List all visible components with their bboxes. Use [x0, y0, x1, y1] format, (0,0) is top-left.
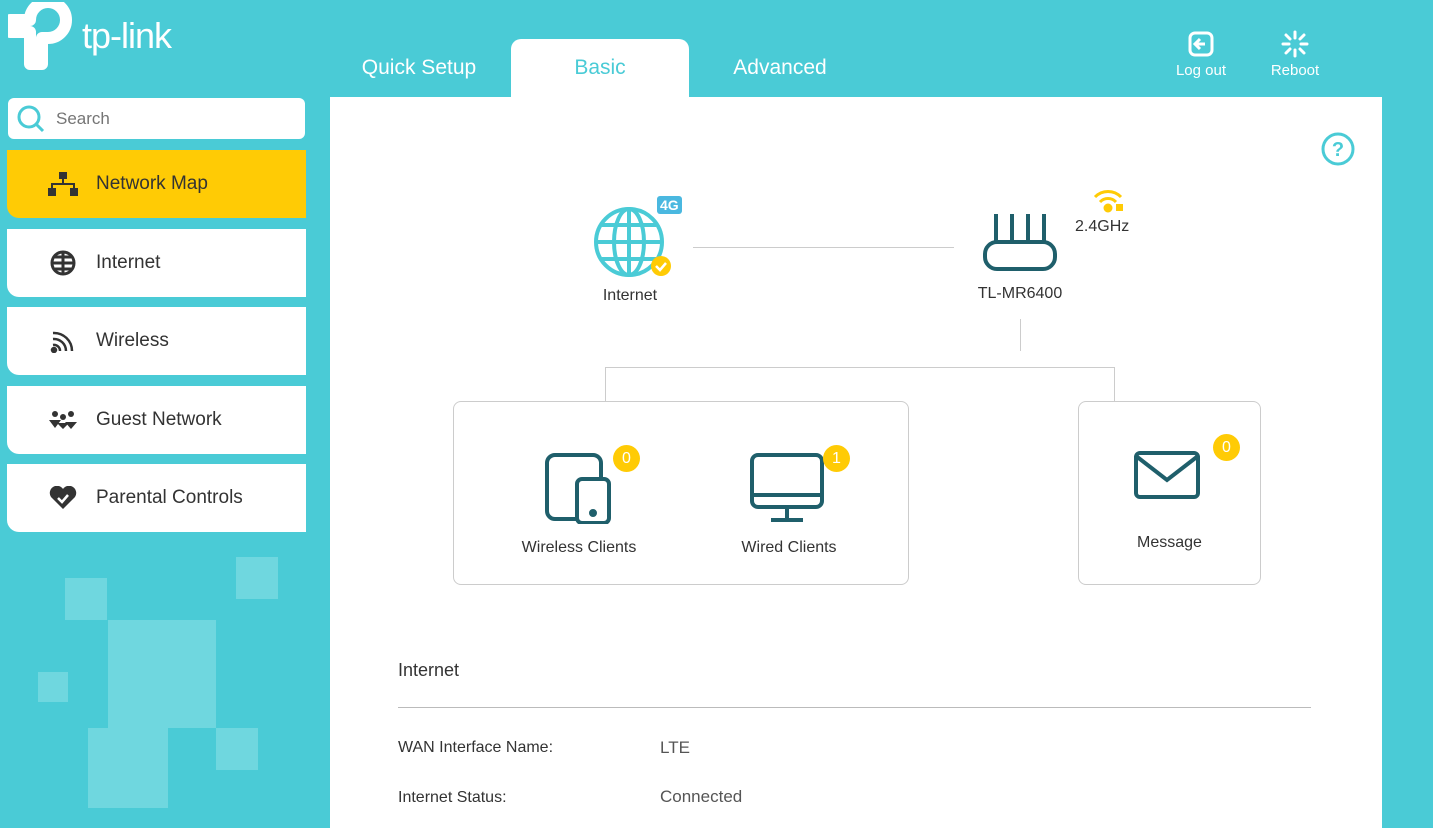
- logout-button[interactable]: Log out: [1161, 30, 1241, 79]
- router-icon: [983, 214, 1057, 271]
- sidebar-item-parental-controls[interactable]: Parental Controls: [7, 464, 306, 532]
- logout-label: Log out: [1175, 62, 1227, 79]
- sidebar-item-label: Wireless: [96, 330, 169, 351]
- wan-interface-label: WAN Interface Name:: [398, 739, 554, 756]
- message-button[interactable]: 0 Message: [1078, 401, 1261, 585]
- check-icon: [651, 256, 671, 276]
- router-model-label: TL-MR6400: [977, 285, 1063, 302]
- wired-clients-button[interactable]: 1 Wired Clients: [704, 442, 874, 556]
- internet-status-label: Internet Status:: [398, 789, 507, 806]
- wireless-icon: [45, 329, 81, 353]
- wifi-lock-icon: [1093, 190, 1123, 213]
- globe-icon: [45, 249, 81, 277]
- monitor-icon: [750, 453, 824, 522]
- band-label: 2.4GHz: [1075, 218, 1130, 235]
- network-map-panel: ? 4G Internet 2.4GHz TL-MR6400 0 Wireles…: [330, 97, 1382, 828]
- heart-icon: [45, 486, 81, 510]
- sidebar-item-network-map[interactable]: Network Map: [7, 150, 306, 218]
- sidebar-item-label: Internet: [96, 252, 161, 273]
- message-label: Message: [1137, 534, 1202, 551]
- sidebar-item-wireless[interactable]: Wireless: [7, 307, 306, 375]
- internet-type-badge: 4G: [657, 196, 682, 214]
- internet-section-title: Internet: [398, 660, 460, 680]
- search-input[interactable]: [56, 108, 276, 129]
- sidebar-item-internet[interactable]: Internet: [7, 229, 306, 297]
- guest-network-icon: [45, 410, 81, 430]
- wired-clients-count: 1: [823, 445, 850, 472]
- wan-interface-value: LTE: [660, 738, 690, 757]
- reboot-label: Reboot: [1270, 62, 1320, 79]
- tab-quick-setup[interactable]: Quick Setup: [330, 39, 508, 97]
- logout-icon: [1188, 31, 1214, 57]
- help-icon[interactable]: ?: [1321, 132, 1355, 166]
- search-box[interactable]: [8, 98, 305, 139]
- wireless-clients-button[interactable]: 0 Wireless Clients: [494, 442, 664, 556]
- reboot-icon: [1281, 30, 1309, 58]
- network-map-icon: [45, 172, 81, 196]
- clients-card: 0 Wireless Clients 1 Wired Clients: [453, 401, 909, 585]
- tab-basic[interactable]: Basic: [511, 39, 689, 97]
- sidebar-item-label: Parental Controls: [96, 487, 243, 508]
- sidebar-item-guest-network[interactable]: Guest Network: [7, 386, 306, 454]
- brand-wordmark: tp-link: [82, 15, 172, 56]
- wireless-clients-label: Wireless Clients: [521, 539, 637, 556]
- sidebar-item-label: Guest Network: [96, 409, 222, 430]
- tp-link-logo: tp-link: [8, 2, 172, 70]
- wireless-clients-count: 0: [613, 445, 640, 472]
- wired-clients-label: Wired Clients: [741, 539, 837, 556]
- reboot-button[interactable]: Reboot: [1255, 30, 1335, 79]
- search-icon: [17, 105, 45, 132]
- devices-icon: [545, 453, 611, 524]
- sidebar-item-label: Network Map: [96, 173, 208, 194]
- message-count: 0: [1213, 434, 1240, 461]
- tab-advanced[interactable]: Advanced: [691, 39, 869, 97]
- internet-node-label: Internet: [602, 287, 658, 304]
- svg-text:?: ?: [1332, 139, 1344, 161]
- envelope-icon: [1134, 451, 1200, 499]
- internet-status-value: Connected: [660, 787, 743, 806]
